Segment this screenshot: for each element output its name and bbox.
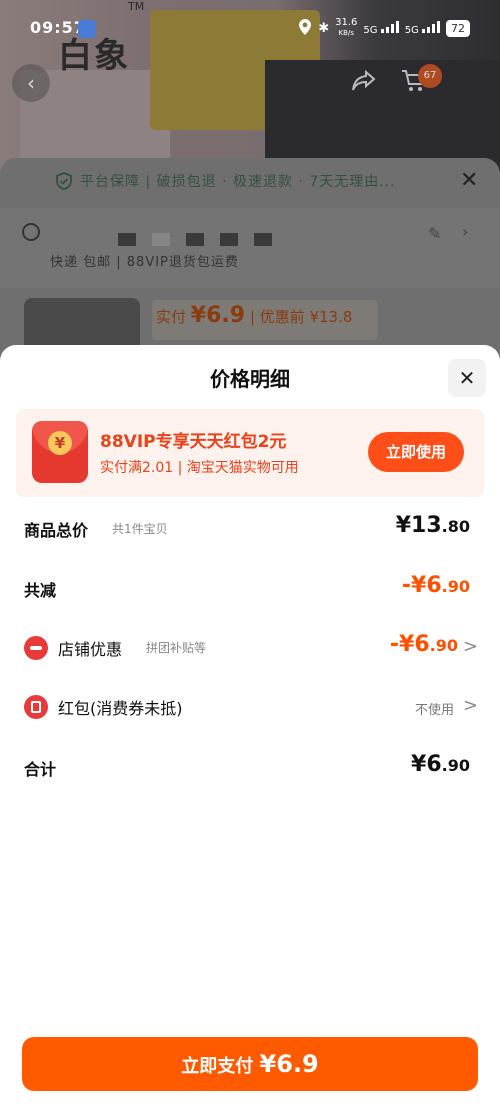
back-button[interactable]: ‹	[12, 64, 50, 102]
address-card[interactable]	[0, 208, 500, 288]
row-shop-discount[interactable]: 店铺优惠 拼团补贴等 -¥6.90 >	[0, 630, 500, 666]
bluetooth-icon: ✱	[318, 20, 330, 36]
signal-1: 5G	[363, 20, 399, 36]
location-pin-icon	[22, 223, 40, 241]
net-speed: 31.6 KB/s	[335, 17, 358, 38]
chevron-right-icon[interactable]: ›	[462, 222, 468, 241]
status-icons: ✱ 31.6 KB/s 5G 5G 72	[298, 18, 470, 38]
modal-title: 价格明细	[210, 367, 290, 391]
row-label: 商品总价	[24, 521, 89, 540]
masked-address	[118, 233, 272, 246]
share-icon	[352, 69, 376, 97]
promo-subtitle: 实付满2.01 | 淘宝天猫实物可用	[100, 460, 299, 476]
row-total-discount: 共减 -¥6.90	[0, 571, 500, 607]
network-indicator-icon	[78, 20, 96, 38]
promo-title: 88VIP专享天天红包2元	[100, 432, 287, 452]
row-red-packet[interactable]: 红包(消费券未抵) 不使用 >	[0, 689, 500, 725]
row-value: -¥6.90	[389, 632, 458, 657]
close-icon[interactable]: ✕	[460, 168, 478, 193]
edit-icon[interactable]: ✎	[428, 224, 441, 243]
row-value: ¥6.90	[411, 752, 470, 777]
price-detail-modal: 价格明细 ✕ ¥ 88VIP专享天天红包2元 实付满2.01 | 淘宝天猫实物可…	[0, 345, 500, 1111]
chevron-right-icon: >	[462, 636, 478, 657]
row-label: 店铺优惠	[58, 640, 123, 659]
row-value: 不使用	[414, 703, 454, 718]
chevron-right-icon: >	[462, 695, 478, 716]
coupon-icon	[24, 695, 48, 719]
row-label: 共减	[24, 581, 57, 600]
shipping-info: 快递 包邮 | 88VIP退货包运费	[50, 255, 239, 270]
back-arrow-icon: ‹	[27, 71, 35, 95]
battery-indicator: 72	[446, 19, 470, 37]
close-icon: ✕	[458, 366, 476, 390]
row-sub: 拼团补贴等	[146, 641, 207, 655]
vip-red-packet-banner: ¥ 88VIP专享天天红包2元 实付满2.01 | 淘宝天猫实物可用 立即使用	[16, 409, 484, 497]
guarantee-text[interactable]: 平台保障 | 破损包退 · 极速退款 · 7天无理由...	[80, 171, 396, 191]
location-status-icon	[298, 18, 312, 38]
row-sum: 合计 ¥6.90	[0, 750, 500, 786]
row-value: ¥13.80	[395, 513, 470, 538]
pay-now-button[interactable]: 立即支付 ¥6.9	[22, 1037, 478, 1091]
status-bar: 09:57 ✱ 31.6 KB/s 5G 5G 72	[0, 0, 500, 60]
row-total-price: 商品总价 共1件宝贝 ¥13.80	[0, 511, 500, 547]
share-button[interactable]	[345, 64, 383, 102]
row-sub: 共1件宝贝	[112, 522, 168, 536]
shield-icon	[56, 172, 74, 192]
signal-2: 5G	[405, 20, 440, 36]
row-label: 合计	[24, 760, 57, 779]
red-packet-icon: ¥	[32, 421, 88, 483]
modal-close-button[interactable]: ✕	[448, 359, 486, 397]
shop-discount-icon	[24, 636, 48, 660]
use-now-button[interactable]: 立即使用	[368, 432, 464, 472]
price-summary: 实付 ¥6.9 | 优惠前 ¥13.8	[156, 303, 353, 328]
row-value: -¥6.90	[401, 573, 470, 598]
cart-count-badge: 67	[418, 64, 442, 88]
row-label: 红包(消费券未抵)	[58, 699, 183, 718]
